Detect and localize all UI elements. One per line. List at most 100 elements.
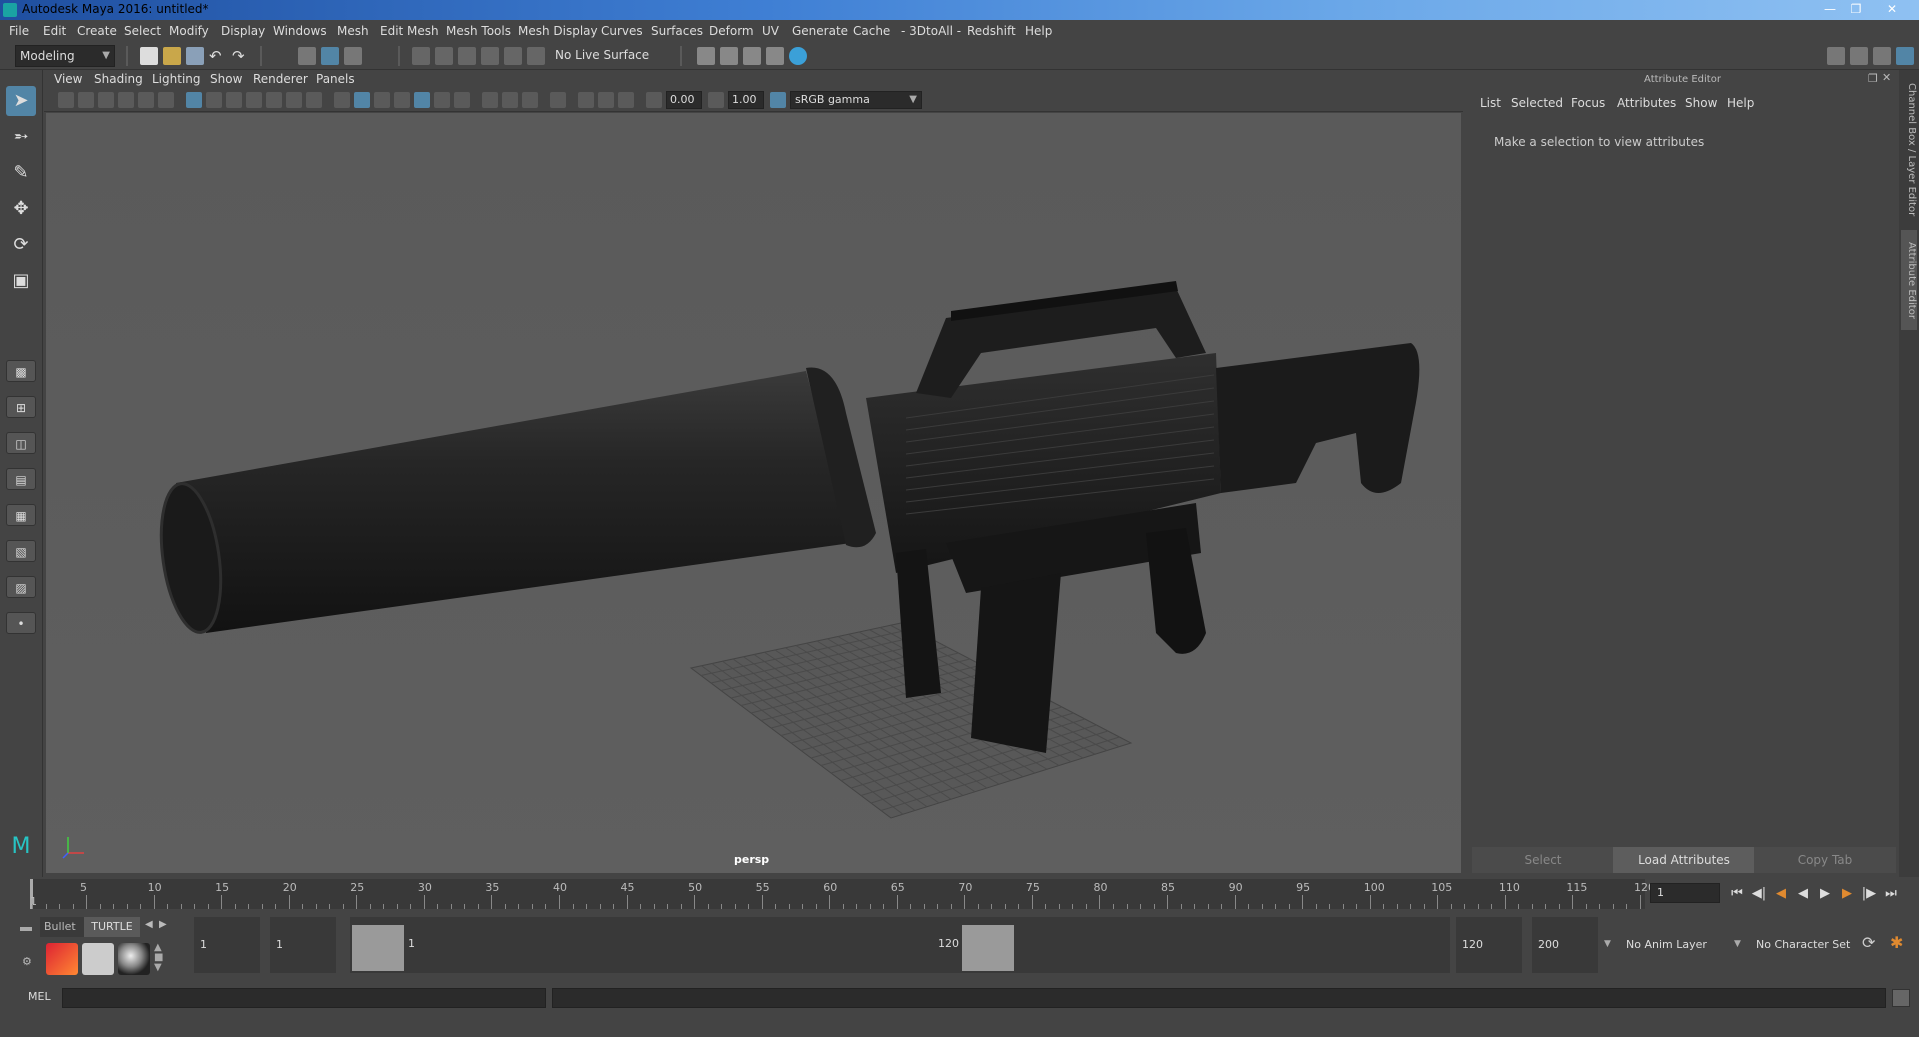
range-end-handle[interactable] [962,925,1014,971]
scale-tool-icon[interactable]: ▣ [6,266,36,296]
exposure-icon[interactable] [646,92,662,108]
film-gate-icon[interactable] [206,92,222,108]
tab-channel-box[interactable]: Channel Box / Layer Editor [1901,80,1917,220]
menu-display[interactable]: Display [221,24,265,38]
modeling-toolkit-icon[interactable] [1827,47,1845,65]
shelf-scroll-left-icon[interactable]: ◀ [145,919,153,930]
auto-key-icon[interactable]: ⟳ [1862,933,1875,952]
ipr-render-icon[interactable] [720,47,738,65]
textured-icon[interactable] [394,92,410,108]
chevron-down-icon[interactable]: ▼ [1604,939,1611,949]
select-button[interactable]: Select [1472,847,1614,873]
gamma-icon[interactable] [708,92,724,108]
copy-tab-button[interactable]: Copy Tab [1754,847,1896,873]
redo-icon[interactable]: ↷ [232,47,250,65]
menu-windows[interactable]: Windows [273,24,327,38]
attr-menu-show[interactable]: Show [1685,96,1717,110]
use-all-lights-icon[interactable] [414,92,430,108]
isolate-select-icon[interactable] [550,92,566,108]
menu-mesh-tools[interactable]: Mesh Tools [446,24,511,38]
attribute-editor-toggle-icon[interactable] [1850,47,1868,65]
safe-title-icon[interactable] [306,92,322,108]
menu-mesh[interactable]: Mesh [337,24,369,38]
graph-editor-layout-icon[interactable]: ▦ [6,504,36,526]
snap-surface-icon[interactable] [504,47,522,65]
menu-deform[interactable]: Deform [709,24,754,38]
camera-attributes-icon[interactable] [78,92,94,108]
menu-mesh-display[interactable]: Mesh Display [518,24,598,38]
turtle-bake-icon[interactable] [82,943,114,975]
close-panel-icon[interactable]: ✕ [1882,71,1891,84]
live-surface-field[interactable]: No Live Surface [551,45,651,67]
shelf-menu-icon[interactable] [20,927,32,931]
select-camera-icon[interactable] [58,92,74,108]
attr-menu-focus[interactable]: Focus [1571,96,1605,110]
play-backwards-icon[interactable]: ◀ [1794,885,1812,903]
field-chart-icon[interactable] [266,92,282,108]
grid-icon[interactable] [186,92,202,108]
step-back-key-icon[interactable]: ◀ [1772,885,1790,903]
outliner-layout-icon[interactable]: ▤ [6,468,36,490]
animation-end-field[interactable]: 200 [1532,917,1598,973]
snap-vertex-icon[interactable] [527,47,545,65]
tab-attribute-editor[interactable]: Attribute Editor [1901,230,1917,330]
move-tool-icon[interactable]: ✥ [6,194,36,224]
depth-of-field-icon[interactable] [522,92,538,108]
restore-icon[interactable]: ❐ [1844,1,1868,17]
script-editor-layout-icon[interactable]: • [6,612,36,634]
select-tool-icon[interactable]: ➤ [6,86,36,116]
menu-generate[interactable]: Generate [792,24,848,38]
gate-mask-icon[interactable] [246,92,262,108]
tool-settings-toggle-icon[interactable] [1873,47,1891,65]
range-start-handle[interactable] [352,925,404,971]
turtle-surface-icon[interactable] [118,943,150,975]
float-panel-icon[interactable]: ❐ [1868,72,1878,85]
xray-components-icon[interactable] [618,92,634,108]
play-forwards-icon[interactable]: ▶ [1816,885,1834,903]
channel-box-toggle-icon[interactable] [1896,47,1914,65]
motion-blur-icon[interactable] [482,92,498,108]
undo-icon[interactable]: ↶ [209,47,227,65]
new-scene-icon[interactable] [140,47,158,65]
screen-space-ao-icon[interactable] [454,92,470,108]
attr-menu-help[interactable]: Help [1727,96,1754,110]
animation-preferences-icon[interactable]: ✱ [1890,933,1903,952]
viewport-menu-panels[interactable]: Panels [316,72,355,86]
rotate-tool-icon[interactable]: ⟳ [6,230,36,260]
shelf-tab-turtle[interactable]: TURTLE [84,917,140,937]
playback-start-field[interactable]: 1 [270,917,336,973]
anim-layer-dropdown[interactable]: No Anim Layer [1620,917,1724,973]
mel-input[interactable] [62,988,546,1008]
snap-point-icon[interactable] [458,47,476,65]
shelf-settings-icon[interactable]: ⚙ [22,955,32,968]
wireframe-on-shaded-icon[interactable] [374,92,390,108]
viewport-menu-renderer[interactable]: Renderer [253,72,308,86]
menu-edit[interactable]: Edit [43,24,66,38]
hypershade-icon[interactable] [766,47,784,65]
2d-pan-zoom-icon[interactable] [138,92,154,108]
snap-view-plane-icon[interactable] [481,47,499,65]
wireframe-icon[interactable] [334,92,350,108]
snap-curve-icon[interactable] [435,47,453,65]
two-pane-layout-icon[interactable]: ◫ [6,432,36,454]
shelf-scroll-right-icon[interactable]: ▶ [159,919,167,930]
gamma-field[interactable]: 1.00 [728,91,764,109]
chevron-down-icon[interactable]: ▼ [1734,939,1741,949]
time-slider-bar[interactable]: 1 5 10 15 20 25 30 35 40 45 50 55 60 65 70 75 80 85 90 95 1… [30,879,1655,909]
select-by-object-icon[interactable] [321,47,339,65]
close-icon[interactable]: ✕ [1880,1,1904,17]
menu-file[interactable]: File [9,24,29,38]
resolution-gate-icon[interactable] [226,92,242,108]
current-frame-field[interactable]: 1 [1650,883,1720,903]
viewport-menu-shading[interactable]: Shading [94,72,143,86]
hypershade-layout-icon[interactable]: ▧ [6,540,36,562]
shadows-icon[interactable] [434,92,450,108]
menu-uv[interactable]: UV [762,24,779,38]
menu-help[interactable]: Help [1025,24,1052,38]
load-attributes-button[interactable]: Load Attributes [1613,847,1755,873]
anti-aliasing-icon[interactable] [502,92,518,108]
open-scene-icon[interactable] [163,47,181,65]
color-management-icon[interactable] [770,92,786,108]
render-current-frame-icon[interactable] [697,47,715,65]
viewport-menu-show[interactable]: Show [210,72,242,86]
